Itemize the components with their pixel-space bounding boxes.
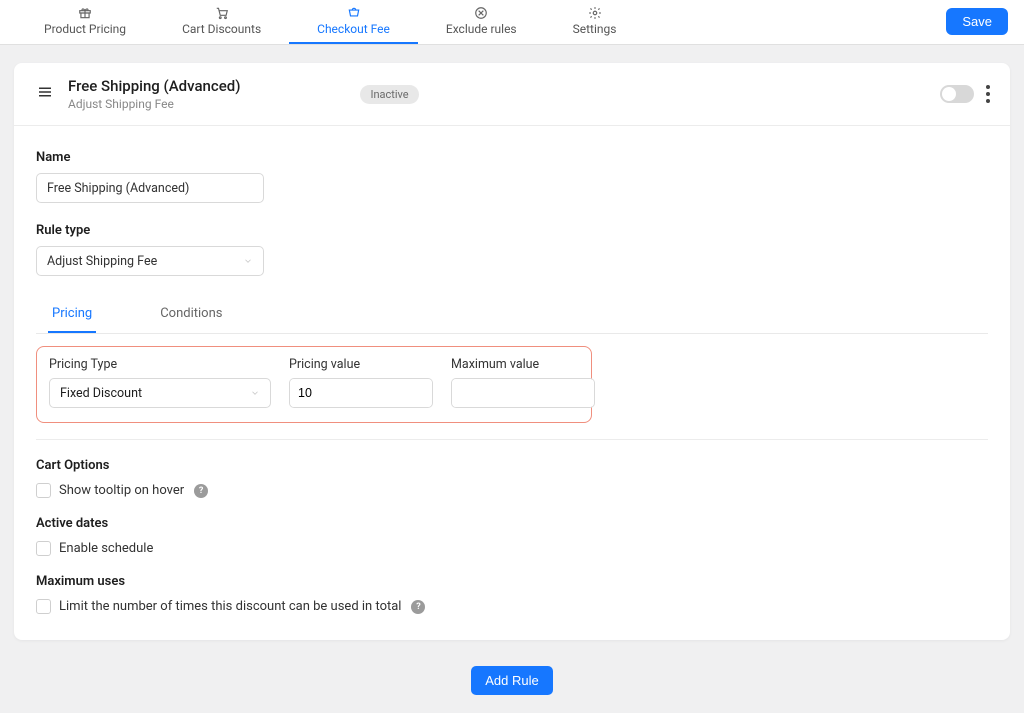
- card-header: Free Shipping (Advanced) Adjust Shipping…: [14, 63, 1010, 126]
- pricing-type-value: Fixed Discount: [60, 386, 142, 401]
- pricing-highlight: Pricing Type Fixed Discount Pricing valu…: [36, 346, 592, 423]
- chevron-down-icon: [243, 256, 253, 266]
- subtab-pricing[interactable]: Pricing: [48, 298, 96, 333]
- header-actions: [940, 85, 990, 103]
- subtabs: Pricing Conditions: [36, 298, 988, 334]
- schedule-row: Enable schedule: [36, 541, 988, 556]
- max-uses-section: Maximum uses Limit the number of times t…: [36, 574, 988, 614]
- limit-label: Limit the number of times this discount …: [59, 599, 401, 614]
- tab-label: Settings: [573, 22, 617, 36]
- tooltip-checkbox[interactable]: [36, 483, 51, 498]
- tab-label: Product Pricing: [44, 22, 126, 36]
- tab-label: Exclude rules: [446, 22, 517, 36]
- tab-cart-discounts[interactable]: Cart Discounts: [154, 0, 289, 44]
- gift-icon: [78, 6, 92, 20]
- pricing-value-label: Pricing value: [289, 357, 433, 372]
- tab-label: Cart Discounts: [182, 22, 261, 36]
- rule-type-value: Adjust Shipping Fee: [47, 254, 157, 269]
- page-title: Free Shipping (Advanced): [68, 77, 240, 95]
- tab-settings[interactable]: Settings: [545, 0, 645, 44]
- rule-type-select[interactable]: Adjust Shipping Fee: [36, 246, 264, 276]
- help-icon[interactable]: ?: [194, 484, 208, 498]
- gear-icon: [588, 6, 602, 20]
- nav-tabs: Product Pricing Cart Discounts Checkout …: [16, 0, 644, 44]
- limit-row: Limit the number of times this discount …: [36, 599, 988, 614]
- tooltip-label: Show tooltip on hover: [59, 483, 184, 498]
- page-subtitle: Adjust Shipping Fee: [68, 97, 240, 111]
- more-menu-icon[interactable]: [986, 85, 990, 103]
- max-value-input[interactable]: $: [451, 378, 595, 408]
- rule-card: Free Shipping (Advanced) Adjust Shipping…: [14, 63, 1010, 640]
- title-block: Free Shipping (Advanced) Adjust Shipping…: [68, 77, 240, 111]
- pricing-type-select[interactable]: Fixed Discount: [49, 378, 271, 408]
- cart-icon: [215, 6, 229, 20]
- schedule-checkbox[interactable]: [36, 541, 51, 556]
- pricing-type-col: Pricing Type Fixed Discount: [49, 357, 271, 408]
- tab-exclude-rules[interactable]: Exclude rules: [418, 0, 545, 44]
- cart-options-section: Cart Options Show tooltip on hover ?: [36, 439, 988, 498]
- tab-label: Checkout Fee: [317, 22, 390, 36]
- pricing-value-field[interactable]: [290, 379, 433, 407]
- tab-checkout-fee[interactable]: Checkout Fee: [289, 0, 418, 44]
- max-value-col: Maximum value $: [451, 357, 595, 408]
- pricing-value-input[interactable]: $: [289, 378, 433, 408]
- pricing-value-col: Pricing value $: [289, 357, 433, 408]
- exclude-icon: [474, 6, 488, 20]
- menu-icon[interactable]: [36, 83, 54, 105]
- subtab-conditions[interactable]: Conditions: [156, 298, 226, 333]
- pricing-type-label: Pricing Type: [49, 357, 271, 372]
- checkout-icon: [347, 6, 361, 20]
- enable-toggle[interactable]: [940, 85, 974, 103]
- rule-type-label: Rule type: [36, 223, 988, 238]
- max-value-field[interactable]: [452, 379, 595, 407]
- card-body: Name Free Shipping (Advanced) Rule type …: [14, 126, 1010, 640]
- save-button[interactable]: Save: [946, 8, 1008, 35]
- name-input[interactable]: Free Shipping (Advanced): [36, 173, 264, 203]
- chevron-down-icon: [250, 388, 260, 398]
- active-dates-title: Active dates: [36, 516, 988, 531]
- tooltip-row: Show tooltip on hover ?: [36, 483, 988, 498]
- top-nav: Product Pricing Cart Discounts Checkout …: [0, 0, 1024, 45]
- tab-product-pricing[interactable]: Product Pricing: [16, 0, 154, 44]
- help-icon[interactable]: ?: [411, 600, 425, 614]
- status-badge: Inactive: [360, 85, 418, 104]
- footer: Add Rule: [0, 656, 1024, 713]
- active-dates-section: Active dates Enable schedule: [36, 516, 988, 556]
- add-rule-button[interactable]: Add Rule: [471, 666, 552, 695]
- max-value-label: Maximum value: [451, 357, 595, 372]
- rule-type-field: Rule type Adjust Shipping Fee: [36, 223, 988, 276]
- max-uses-title: Maximum uses: [36, 574, 988, 589]
- schedule-label: Enable schedule: [59, 541, 153, 556]
- name-field: Name Free Shipping (Advanced): [36, 150, 988, 203]
- cart-options-title: Cart Options: [36, 458, 988, 473]
- name-value: Free Shipping (Advanced): [47, 181, 189, 196]
- name-label: Name: [36, 150, 988, 165]
- limit-checkbox[interactable]: [36, 599, 51, 614]
